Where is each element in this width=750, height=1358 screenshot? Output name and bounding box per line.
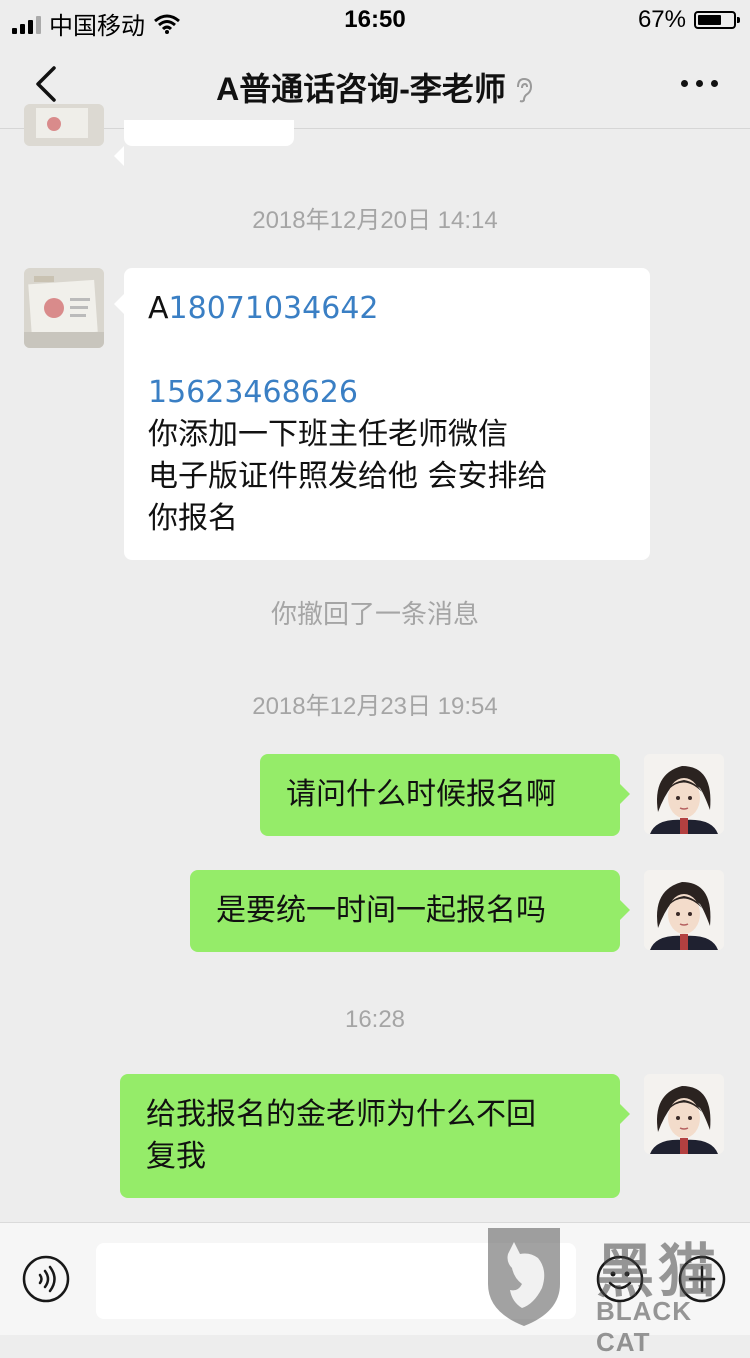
contact-line-1: A18071034642 [148,288,626,330]
battery-fill [698,15,721,25]
teacher-text-line-3: 你报名 [148,501,238,536]
contact-prefix: A [148,291,169,326]
chat-title-text: A普通话咨询-李老师 [216,71,506,107]
partial-message-bubble[interactable] [114,120,294,166]
timestamp-3: 16:28 [344,1006,406,1033]
more-dots-icon[interactable] [681,80,718,87]
timestamp-1: 2018年12月20日 14:14 [252,207,498,234]
my-message-text-3-line-2: 复我 [146,1139,206,1174]
message-input[interactable] [96,1243,576,1319]
my-message-text-1: 请问什么时候报名啊 [286,777,556,812]
recall-notice: 你撤回了一条消息 [270,599,479,629]
chat-input-bar [0,1222,750,1335]
chat-header: A普通话咨询-李老师 [0,40,750,129]
teacher-text-line-1: 你添加一下班主任老师微信 [148,417,508,452]
plus-icon[interactable] [678,1255,726,1303]
status-bar: 中国移动 16:50 67% [0,0,750,40]
avatar-me-1[interactable] [644,754,724,834]
voice-icon[interactable] [22,1255,70,1303]
contact-line-2: 15623468626 [148,372,626,414]
emoji-icon[interactable] [596,1255,644,1303]
timestamp-2: 2018年12月23日 19:54 [252,693,498,720]
ear-icon [516,77,532,103]
chat-title: A普通话咨询-李老师 [0,64,750,110]
my-message-bubble-3[interactable]: 给我报名的金老师为什么不回 复我 [120,1074,630,1198]
avatar-me-2[interactable] [644,870,724,950]
avatar-teacher-top[interactable] [24,104,104,146]
battery-percent: 67% [637,6,686,33]
battery-icon [694,11,740,29]
my-message-text-2: 是要统一时间一起报名吗 [216,893,546,928]
teacher-message-bubble[interactable]: A18071034642 15623468626 你添加一下班主任老师微信 电子… [114,268,650,560]
teacher-text-line-2: 电子版证件照发给他 会安排给 [148,459,548,494]
phone-link-2[interactable]: 15623468626 [148,375,358,410]
avatar-teacher[interactable] [24,268,104,348]
my-message-text-3-line-1: 给我报名的金老师为什么不回 [146,1097,536,1132]
my-message-bubble-2[interactable]: 是要统一时间一起报名吗 [190,870,630,952]
status-right: 67% [637,6,740,34]
phone-link-1[interactable]: 18071034642 [169,291,379,326]
my-message-bubble-1[interactable]: 请问什么时候报名啊 [260,754,630,836]
avatar-me-3[interactable] [644,1074,724,1154]
